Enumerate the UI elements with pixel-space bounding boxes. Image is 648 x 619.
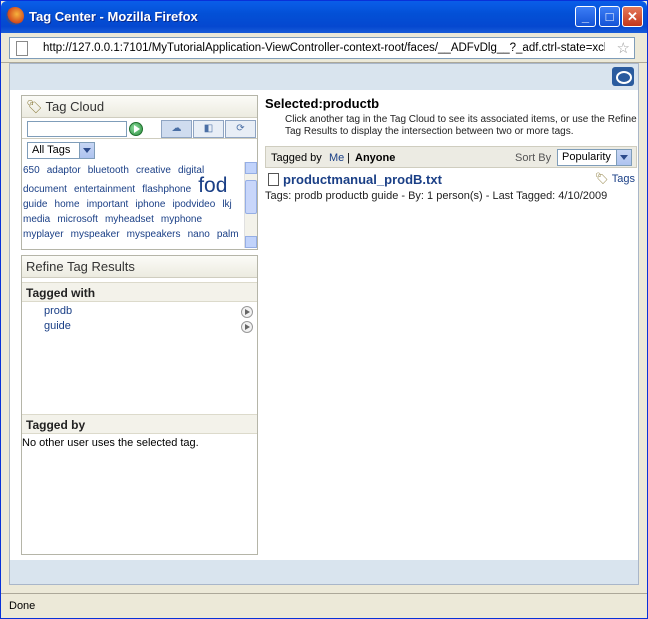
- tag-cloud-link[interactable]: entertainment: [74, 184, 135, 195]
- bookmark-star-icon[interactable]: ☆: [617, 39, 630, 57]
- selected-description: Click another tag in the Tag Cloud to se…: [285, 114, 637, 137]
- tagged-by-label: Tagged by: [271, 152, 322, 164]
- tag-icon: 🏷: [594, 173, 609, 185]
- sort-select[interactable]: Popularity: [557, 149, 632, 166]
- tag-cloud-link[interactable]: nano: [188, 229, 210, 240]
- tag-search-input[interactable]: [27, 121, 127, 137]
- tagged-with-item[interactable]: prodb: [22, 305, 257, 320]
- remove-tag-icon[interactable]: [241, 321, 253, 333]
- result-row: productmanual_prodB.txt 🏷 Tags: [265, 172, 637, 187]
- firefox-icon: [6, 7, 24, 25]
- cloud-view-icon[interactable]: ☁: [161, 120, 192, 138]
- minimize-button[interactable]: _: [575, 6, 596, 27]
- tagged-with-label: prodb: [44, 305, 73, 317]
- window-title: Tag Center - Mozilla Firefox: [29, 9, 198, 24]
- tagged-by-text: No other user uses the selected tag.: [22, 437, 199, 449]
- tag-cloud-link[interactable]: iphone: [135, 199, 165, 210]
- tag-cloud-link[interactable]: 650: [23, 165, 40, 176]
- tag-cloud-link[interactable]: home: [55, 199, 80, 210]
- address-bar: http://127.0.0.1:7101/MyTutorialApplicat…: [1, 33, 647, 63]
- chevron-down-icon[interactable]: [616, 150, 631, 165]
- result-tags-link[interactable]: 🏷 Tags: [595, 172, 635, 185]
- scroll-thumb[interactable]: [245, 180, 257, 214]
- status-bar: Done: [1, 593, 647, 618]
- scroll-down-icon[interactable]: [245, 236, 257, 248]
- filter-anyone-link[interactable]: Anyone: [355, 152, 395, 164]
- tag-cloud-link[interactable]: palm: [217, 229, 239, 240]
- cloud-toolbar: ☁ ◧ ⟳: [22, 119, 257, 139]
- tag-cloud-link[interactable]: flashphone: [142, 184, 191, 195]
- result-title-link[interactable]: productmanual_prodB.txt: [283, 172, 442, 187]
- tag-cloud-link[interactable]: adaptor: [47, 165, 81, 176]
- tag-cloud-link[interactable]: lkj: [222, 199, 231, 210]
- tag-filter-select[interactable]: All Tags: [27, 142, 95, 159]
- chevron-down-icon[interactable]: [79, 143, 94, 158]
- result-item: productmanual_prodB.txt 🏷 Tags Tags: pro…: [265, 172, 637, 202]
- tag-cloud-link[interactable]: ipodvideo: [172, 199, 215, 210]
- selected-title: Selected:productb: [265, 96, 380, 111]
- tag-cloud-panel: 🏷 Tag Cloud ☁ ◧ ⟳ All Tags 650 adaptor bl…: [21, 95, 258, 250]
- url-text: http://127.0.0.1:7101/MyTutorialApplicat…: [43, 42, 605, 54]
- filter-me-link[interactable]: Me: [329, 152, 344, 164]
- tag-cloud-title: Tag Cloud: [45, 99, 105, 114]
- page-content: 🏷 Tag Cloud ☁ ◧ ⟳ All Tags 650 adaptor bl…: [9, 63, 639, 585]
- refresh-view-icon[interactable]: ⟳: [225, 120, 256, 138]
- tagged-with-header: Tagged with: [22, 282, 257, 302]
- tag-cloud-link[interactable]: bluetooth: [88, 165, 129, 176]
- header-band: [10, 64, 638, 90]
- tag-cloud-list: 650 adaptor bluetooth creative digital d…: [22, 162, 244, 248]
- maximize-button[interactable]: □: [599, 6, 620, 27]
- remove-tag-icon[interactable]: [241, 306, 253, 318]
- page-icon: [16, 41, 28, 56]
- tagged-with-label: guide: [44, 320, 71, 332]
- sort-bar: Tagged by Me | Anyone Sort By Popularity: [265, 146, 637, 168]
- sort-by-label: Sort By: [515, 152, 552, 164]
- tag-cloud-link[interactable]: important: [87, 199, 129, 210]
- scroll-up-icon[interactable]: [245, 162, 257, 174]
- sort-select-value: Popularity: [562, 151, 611, 163]
- tags-link-label: Tags: [611, 173, 635, 185]
- tagged-by-header: Tagged by: [22, 414, 257, 434]
- close-button[interactable]: ✕: [622, 6, 643, 27]
- tag-cloud-link[interactable]: myspeaker: [71, 229, 120, 240]
- tag-cloud-link[interactable]: myplayer: [23, 229, 64, 240]
- tag-cloud-link[interactable]: creative: [136, 165, 171, 176]
- result-meta: Tags: prodb productb guide - By: 1 perso…: [265, 190, 608, 202]
- tag-cloud-link[interactable]: media: [23, 214, 50, 225]
- tag-cloud-link[interactable]: guide: [23, 199, 47, 210]
- tagged-with-item[interactable]: guide: [22, 320, 257, 335]
- list-view-icon[interactable]: ◧: [193, 120, 224, 138]
- oracle-logo-icon[interactable]: [612, 67, 634, 86]
- document-icon: [268, 173, 279, 186]
- browser-window: Tag Center - Mozilla Firefox _ □ ✕ http:…: [0, 0, 648, 619]
- tag-cloud-link[interactable]: fod: [198, 174, 227, 197]
- cloud-filter-row: All Tags: [22, 141, 257, 161]
- tag-cloud-link[interactable]: myphone: [161, 214, 202, 225]
- status-text: Done: [9, 600, 36, 612]
- filter-separator: |: [347, 152, 350, 164]
- tag-cloud-link[interactable]: microsoft: [57, 214, 98, 225]
- url-field[interactable]: http://127.0.0.1:7101/MyTutorialApplicat…: [9, 37, 635, 59]
- title-bar: Tag Center - Mozilla Firefox _ □ ✕: [1, 1, 647, 33]
- tag-icon: 🏷: [26, 99, 43, 114]
- tag-cloud-header: 🏷 Tag Cloud: [22, 96, 257, 118]
- search-go-icon[interactable]: [129, 122, 143, 136]
- tag-cloud-scrollbar[interactable]: [244, 162, 257, 248]
- refine-panel: Refine Tag Results Tagged with prodb guid…: [21, 255, 258, 555]
- refine-header: Refine Tag Results: [22, 256, 257, 278]
- tag-filter-value: All Tags: [32, 144, 71, 156]
- footer-band: [10, 560, 638, 584]
- tag-cloud-link[interactable]: myheadset: [105, 214, 154, 225]
- tag-cloud-link[interactable]: document: [23, 184, 67, 195]
- results-area: Selected:productb Click another tag in t…: [265, 96, 637, 202]
- tag-cloud-link[interactable]: myspeakers: [127, 229, 181, 240]
- tagged-with-list: prodb guide: [22, 302, 257, 414]
